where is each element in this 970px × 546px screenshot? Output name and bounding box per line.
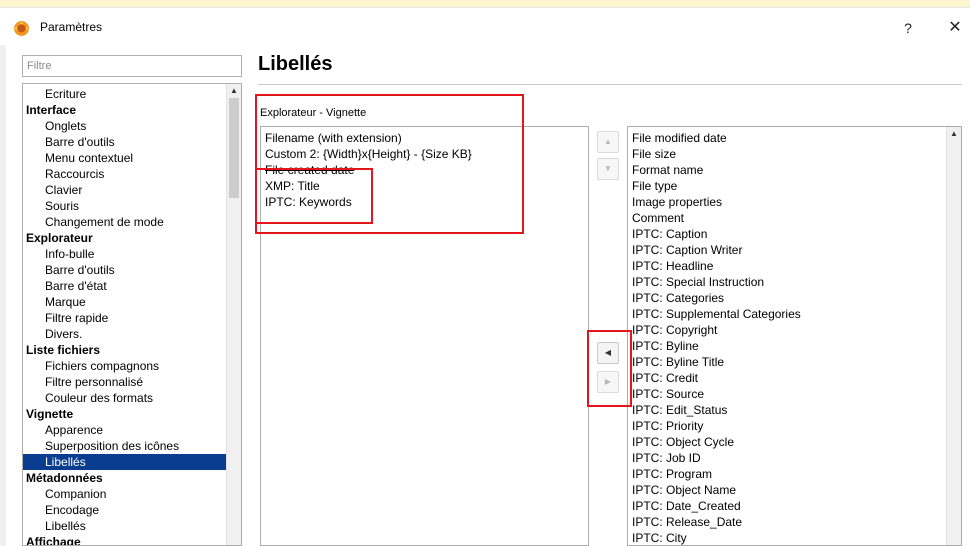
filter-input[interactable] — [22, 55, 242, 77]
tree-category[interactable]: Liste fichiers — [23, 342, 227, 358]
remove-field-button[interactable]: ▶ — [597, 371, 619, 393]
tree-item[interactable]: Raccourcis — [23, 166, 227, 182]
scroll-up-arrow-icon[interactable]: ▲ — [227, 84, 241, 98]
section-label: Explorateur - Vignette — [260, 107, 367, 119]
tree-item[interactable]: Divers. — [23, 326, 227, 342]
tree-item[interactable]: Marque — [23, 294, 227, 310]
available-field-item[interactable]: IPTC: Program — [632, 466, 801, 482]
move-down-button[interactable]: ▼ — [597, 158, 619, 180]
tree-item[interactable]: Companion — [23, 486, 227, 502]
arrow-up-icon: ▲ — [604, 137, 612, 146]
tree-item[interactable]: Changement de mode — [23, 214, 227, 230]
available-field-item[interactable]: IPTC: Release_Date — [632, 514, 801, 530]
selected-field-item[interactable]: Custom 2: {Width}x{Height} - {Size KB} — [265, 146, 472, 162]
tree-item[interactable]: Couleur des formats — [23, 390, 227, 406]
available-field-item[interactable]: IPTC: Object Name — [632, 482, 801, 498]
available-field-item[interactable]: IPTC: Special Instruction — [632, 274, 801, 290]
tree-item[interactable]: Fichiers compagnons — [23, 358, 227, 374]
tree-category[interactable]: Métadonnées — [23, 470, 227, 486]
selected-field-item[interactable]: Filename (with extension) — [265, 130, 472, 146]
available-field-item[interactable]: File modified date — [632, 130, 801, 146]
available-field-item[interactable]: IPTC: Priority — [632, 418, 801, 434]
available-fields-list[interactable]: File modified date File size Format name Fi… — [627, 126, 962, 546]
available-field-item[interactable]: IPTC: Object Cycle — [632, 434, 801, 450]
selected-field-item[interactable]: XMP: Title — [265, 178, 472, 194]
available-field-item[interactable]: IPTC: Date_Created — [632, 498, 801, 514]
selected-field-item[interactable]: File created date — [265, 162, 472, 178]
available-field-item[interactable]: IPTC: Edit_Status — [632, 402, 801, 418]
window-title: Paramètres — [40, 20, 103, 34]
available-field-item[interactable]: File type — [632, 178, 801, 194]
window-top-strip — [0, 0, 970, 7]
selected-fields-list[interactable]: Filename (with extension) Custom 2: {Widt… — [260, 126, 589, 546]
tree-item[interactable]: Barre d'outils — [23, 262, 227, 278]
available-field-item[interactable]: Comment — [632, 210, 801, 226]
available-field-item[interactable]: File size — [632, 146, 801, 162]
help-button[interactable]: ? — [893, 16, 923, 40]
title-bar: Paramètres ? ✕ — [0, 7, 970, 45]
settings-tree-list: Ecriture Interface Onglets Barre d'outils Me… — [23, 86, 227, 545]
tree-item[interactable]: Encodage — [23, 502, 227, 518]
selected-field-item[interactable]: IPTC: Keywords — [265, 194, 472, 210]
window-left-edge — [0, 45, 6, 546]
arrow-left-icon: ◀ — [604, 348, 612, 357]
settings-tree[interactable]: Ecriture Interface Onglets Barre d'outils Me… — [22, 83, 242, 546]
available-scrollbar[interactable]: ▲ — [946, 127, 961, 545]
move-up-button[interactable]: ▲ — [597, 131, 619, 153]
tree-scrollbar[interactable]: ▲ — [226, 84, 241, 545]
arrow-down-icon: ▼ — [604, 164, 612, 173]
available-field-item[interactable]: IPTC: Copyright — [632, 322, 801, 338]
add-field-button[interactable]: ◀ — [597, 342, 619, 364]
tree-item[interactable]: Filtre personnalisé — [23, 374, 227, 390]
available-field-item[interactable]: IPTC: Job ID — [632, 450, 801, 466]
available-field-item[interactable]: IPTC: Credit — [632, 370, 801, 386]
available-field-item[interactable]: IPTC: Byline Title — [632, 354, 801, 370]
available-field-item[interactable]: IPTC: Caption — [632, 226, 801, 242]
tree-item[interactable]: Libellés — [23, 518, 227, 534]
available-fields-items: File modified date File size Format name Fi… — [632, 130, 801, 545]
available-field-item[interactable]: IPTC: Headline — [632, 258, 801, 274]
tree-category[interactable]: Interface — [23, 102, 227, 118]
app-icon — [13, 20, 30, 37]
tree-item[interactable]: Souris — [23, 198, 227, 214]
tree-item[interactable]: Barre d'état — [23, 278, 227, 294]
close-button[interactable]: ✕ — [940, 16, 970, 40]
tree-item[interactable]: Onglets — [23, 118, 227, 134]
tree-item[interactable]: Info-bulle — [23, 246, 227, 262]
tree-item[interactable]: Superposition des icônes — [23, 438, 227, 454]
available-field-item[interactable]: Image properties — [632, 194, 801, 210]
tree-item[interactable]: Ecriture — [23, 86, 227, 102]
available-field-item[interactable]: IPTC: Caption Writer — [632, 242, 801, 258]
tree-category[interactable]: Explorateur — [23, 230, 227, 246]
available-field-item[interactable]: IPTC: Byline — [632, 338, 801, 354]
available-field-item[interactable]: IPTC: Source — [632, 386, 801, 402]
page-title: Libellés — [258, 53, 333, 75]
tree-item[interactable]: Apparence — [23, 422, 227, 438]
arrow-right-icon: ▶ — [604, 377, 612, 386]
tree-category[interactable]: Affichage — [23, 534, 227, 545]
tree-item[interactable]: Barre d'outils — [23, 134, 227, 150]
title-divider — [258, 84, 962, 85]
available-field-item[interactable]: Format name — [632, 162, 801, 178]
tree-item[interactable]: Filtre rapide — [23, 310, 227, 326]
scroll-up-arrow-icon[interactable]: ▲ — [947, 127, 961, 141]
available-field-item[interactable]: IPTC: Categories — [632, 290, 801, 306]
available-field-item[interactable]: IPTC: Supplemental Categories — [632, 306, 801, 322]
tree-item[interactable]: Menu contextuel — [23, 150, 227, 166]
available-field-item[interactable]: IPTC: City — [632, 530, 801, 545]
tree-item[interactable]: Clavier — [23, 182, 227, 198]
selected-fields-items: Filename (with extension) Custom 2: {Widt… — [265, 130, 472, 210]
tree-item[interactable]: Libellés — [23, 454, 227, 470]
tree-category[interactable]: Vignette — [23, 406, 227, 422]
tree-scroll-thumb[interactable] — [229, 98, 239, 198]
